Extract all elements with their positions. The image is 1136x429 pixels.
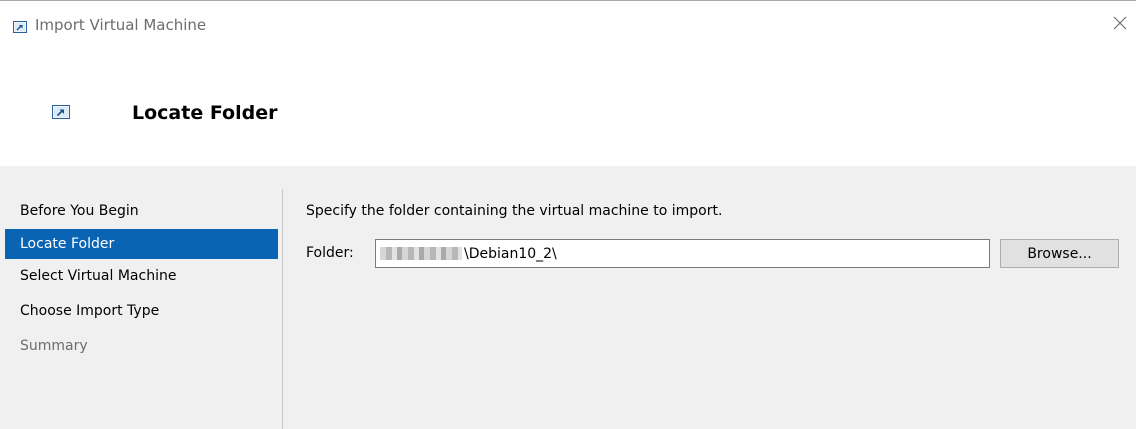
close-icon bbox=[1113, 16, 1127, 30]
step-before-you-begin[interactable]: Before You Begin bbox=[5, 194, 278, 229]
step-select-virtual-machine[interactable]: Select Virtual Machine bbox=[5, 259, 278, 294]
wizard-panel: Before You Begin Locate Folder Select Vi… bbox=[0, 166, 1136, 429]
import-vm-icon bbox=[13, 18, 27, 33]
redacted-path-segment bbox=[380, 247, 462, 260]
folder-path-input[interactable]: \Debian10_2\ bbox=[375, 239, 990, 268]
step-choose-import-type[interactable]: Choose Import Type bbox=[5, 294, 278, 329]
folder-path-value: \Debian10_2\ bbox=[464, 245, 557, 262]
step-locate-folder[interactable]: Locate Folder bbox=[5, 229, 278, 259]
browse-button[interactable]: Browse... bbox=[1000, 239, 1119, 268]
close-button[interactable] bbox=[1108, 11, 1132, 35]
page-title: Locate Folder bbox=[132, 102, 278, 124]
wizard-steps: Before You Begin Locate Folder Select Vi… bbox=[5, 194, 278, 364]
window-title: Import Virtual Machine bbox=[35, 16, 207, 34]
instruction-text: Specify the folder containing the virtua… bbox=[306, 203, 723, 219]
title-bar: Import Virtual Machine bbox=[0, 1, 1136, 51]
folder-label: Folder: bbox=[306, 245, 354, 261]
steps-divider bbox=[282, 189, 283, 429]
step-summary: Summary bbox=[20, 338, 88, 354]
import-vm-icon bbox=[52, 104, 70, 119]
